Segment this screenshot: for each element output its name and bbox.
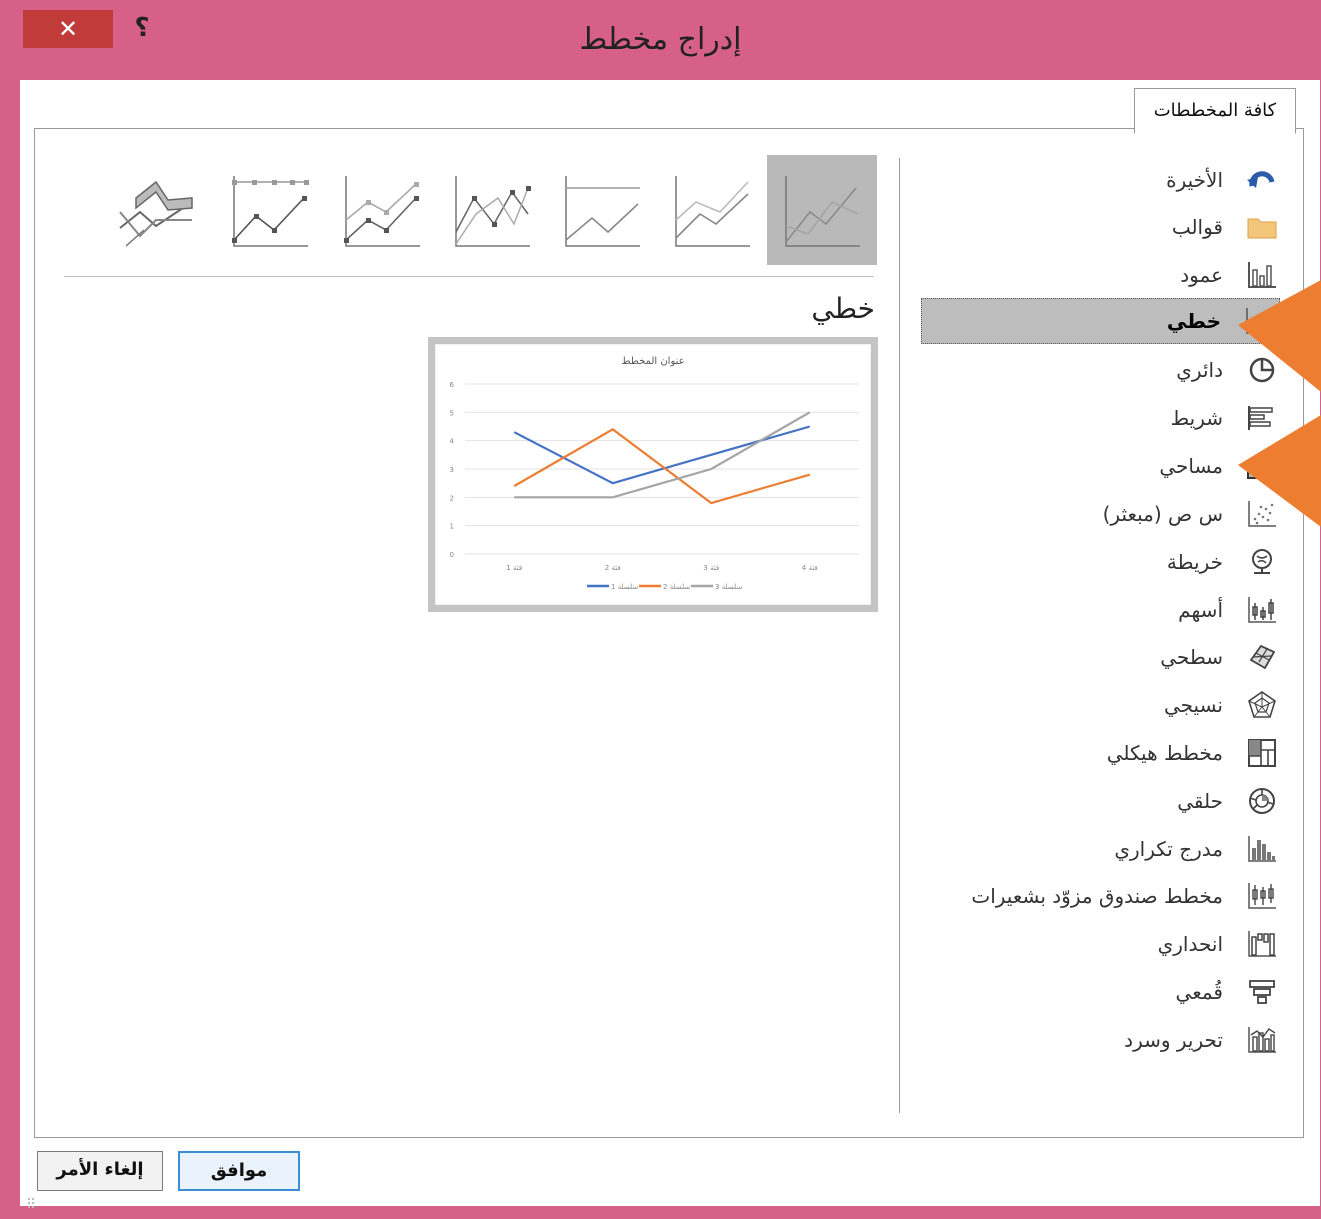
category-waterfall-chart[interactable]: انحداري [1158, 924, 1281, 964]
templates-folder-icon [1243, 210, 1281, 244]
category-stock-chart[interactable]: أسهم [1178, 590, 1281, 630]
help-button[interactable]: ؟ [131, 12, 153, 44]
cancel-button[interactable]: إلغاء الأمر [37, 1151, 163, 1191]
surface-chart-icon [1243, 640, 1281, 674]
y-tick-label: 3 [450, 466, 454, 474]
callout-arrow-line [1238, 280, 1321, 392]
legend-label-3: سلسلة 3 [715, 583, 742, 591]
category-label: س ص (مبعثر) [1102, 502, 1223, 526]
category-label: أسهم [1178, 598, 1223, 622]
subtype-line-with-markers[interactable] [437, 155, 547, 265]
chart-title: عنوان المخطط [621, 356, 684, 367]
y-tick-label: 0 [450, 551, 454, 559]
category-surface-chart[interactable]: سطحي [1160, 637, 1281, 677]
category-recent[interactable]: الأخيرة [1166, 160, 1281, 200]
category-label: شريط [1170, 406, 1223, 430]
box-whisker-chart-icon [1243, 879, 1281, 913]
subtype-100-stacked-line-with-markers[interactable] [215, 155, 325, 265]
stacked-line-chart-icon [675, 176, 750, 247]
dialog-title: إدراج مخطط [579, 22, 742, 57]
x-tick-label: فئة 3 [703, 564, 719, 572]
category-box-whisker-chart[interactable]: مخطط صندوق مزوّد بشعيرات [971, 876, 1281, 916]
resize-grip-icon[interactable] [26, 1196, 40, 1210]
y-tick-label: 4 [450, 438, 455, 446]
legend-label-1: سلسلة 1 [611, 583, 638, 591]
category-label: خريطة [1166, 550, 1223, 574]
y-tick-label: 6 [450, 381, 455, 389]
line-chart-icon [785, 176, 860, 247]
close-button[interactable]: ✕ [23, 10, 113, 48]
subtype-line[interactable] [767, 155, 877, 265]
sidebar-divider [899, 158, 900, 1113]
subtype-100-stacked-line[interactable] [547, 155, 657, 265]
subtype-stacked-line[interactable] [657, 155, 767, 265]
gallery-separator [64, 276, 874, 277]
combo-chart-icon [1243, 1023, 1281, 1057]
category-label: نسيجي [1163, 693, 1223, 717]
category-label: دائري [1176, 358, 1223, 382]
map-chart-icon [1243, 545, 1281, 579]
category-label: عمود [1180, 263, 1223, 287]
category-histogram-chart[interactable]: مدرج تكراري [1114, 829, 1281, 869]
100-stacked-line-with-markers-chart-icon [232, 176, 309, 247]
title-bar: إدراج مخطط ✕ ؟ [0, 0, 1321, 80]
histogram-chart-icon [1243, 832, 1281, 866]
category-label: حلقي [1177, 789, 1223, 813]
chart-panel [34, 128, 1304, 1138]
subtype-heading: خطي [811, 292, 875, 325]
category-label: الأخيرة [1166, 168, 1223, 192]
category-radar-chart[interactable]: نسيجي [1164, 685, 1281, 725]
category-label: مساحي [1159, 454, 1223, 478]
category-label: سطحي [1160, 645, 1223, 669]
category-combo-chart[interactable]: تحرير وسرد [1124, 1020, 1281, 1060]
y-tick-label: 5 [450, 409, 454, 417]
funnel-chart-icon [1243, 975, 1281, 1009]
3d-line-chart-icon [119, 180, 193, 247]
category-line-chart[interactable]: خطي [921, 298, 1280, 344]
category-label: مخطط هيكلي [1106, 741, 1223, 765]
stock-chart-icon [1243, 593, 1281, 627]
category-label: انحداري [1157, 932, 1223, 956]
radar-chart-icon [1243, 688, 1281, 722]
category-templates-folder[interactable]: قوالب [1172, 207, 1281, 247]
category-map-chart[interactable]: خريطة [1167, 542, 1281, 582]
category-label: مدرج تكراري [1114, 837, 1223, 861]
chart-preview[interactable]: 0 1 2 3 4 5 6 عنوان المخطط فئة 1 فئة 2 فئة 3 فئة 4 س… [428, 337, 878, 612]
waterfall-chart-icon [1243, 927, 1281, 961]
preview-chart-svg: 0 1 2 3 4 5 6 عنوان المخطط فئة 1 فئة 2 فئة 3 فئة 4 س… [434, 343, 872, 606]
category-label: خطي [1166, 309, 1221, 333]
callout-arrow-area [1238, 415, 1321, 527]
100-stacked-line-chart-icon [565, 176, 640, 247]
legend-label-2: سلسلة 2 [663, 583, 690, 591]
category-funnel-chart[interactable]: قُمعي [1176, 972, 1281, 1012]
subtype-stacked-line-with-markers[interactable] [327, 155, 437, 265]
treemap-chart-icon [1243, 736, 1281, 770]
tab-all-charts[interactable]: كافة المخططات [1134, 88, 1296, 134]
ok-button[interactable]: موافق [178, 1151, 300, 1191]
category-treemap-chart[interactable]: مخطط هيكلي [1107, 733, 1281, 773]
x-tick-label: فئة 1 [506, 564, 522, 572]
y-tick-label: 2 [450, 494, 454, 502]
y-tick-label: 1 [450, 523, 454, 531]
recent-icon [1243, 163, 1281, 197]
line-with-markers-chart-icon [455, 176, 531, 247]
sunburst-chart-icon [1243, 784, 1281, 818]
category-sunburst-chart[interactable]: حلقي [1177, 781, 1281, 821]
x-tick-label: فئة 2 [605, 564, 621, 572]
x-tick-label: فئة 4 [802, 564, 818, 572]
category-label: قُمعي [1175, 980, 1223, 1004]
stacked-line-with-markers-chart-icon [344, 176, 420, 247]
category-label: قوالب [1171, 215, 1223, 239]
category-label: تحرير وسرد [1124, 1028, 1223, 1052]
subtype-3d-line[interactable] [103, 155, 213, 265]
category-label: مخطط صندوق مزوّد بشعيرات [971, 884, 1223, 908]
